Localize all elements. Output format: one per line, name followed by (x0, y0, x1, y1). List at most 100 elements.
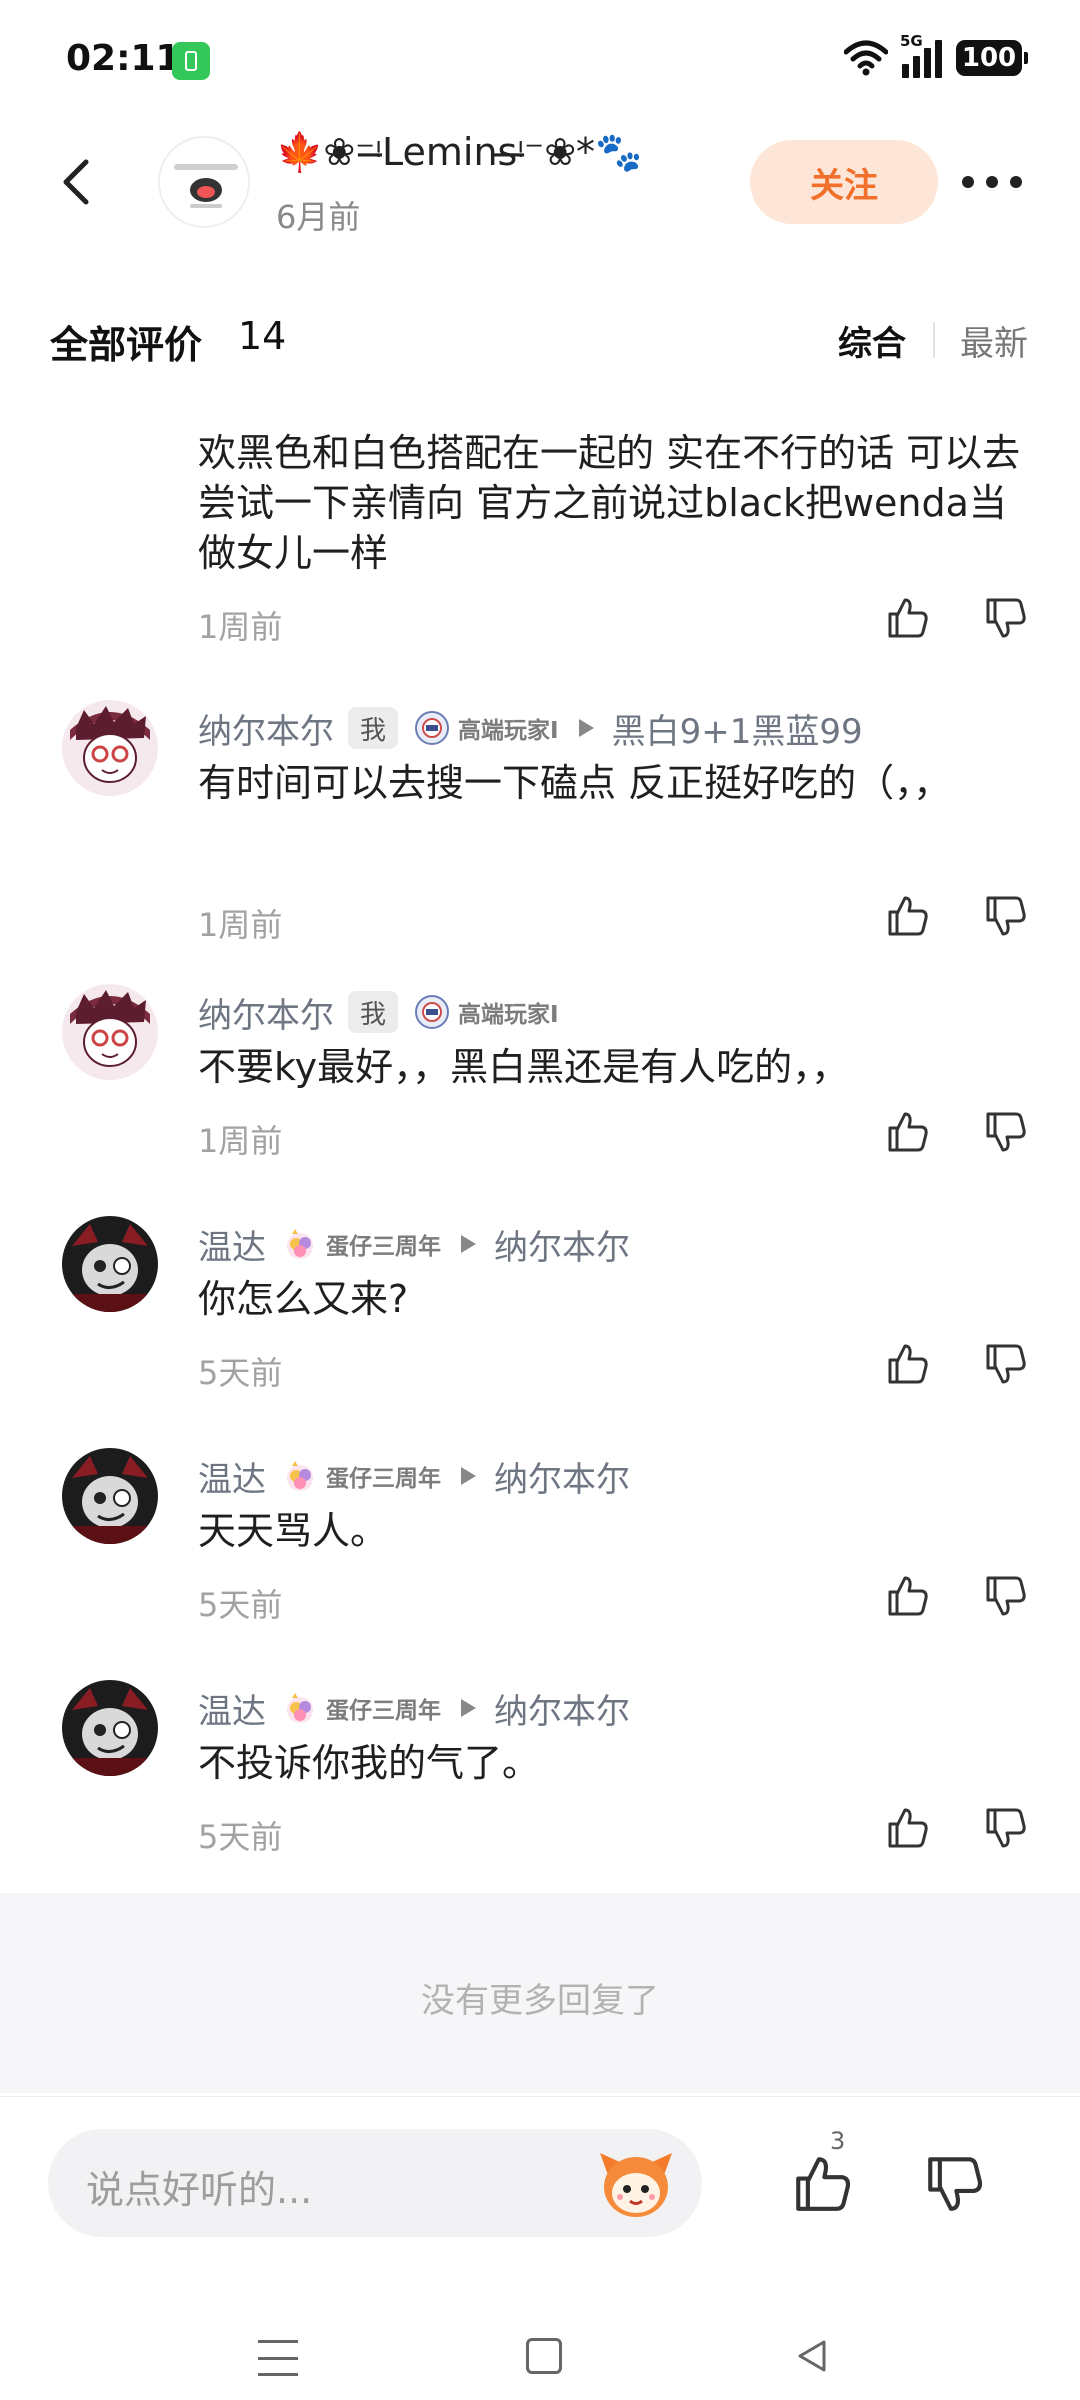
player-badge: 蛋仔三周年 (282, 1458, 441, 1494)
comment-text: 天天骂人。 (198, 1509, 389, 1553)
reply-to-name[interactable]: 黑白9+1黑蓝99 (612, 704, 863, 753)
home-square-icon[interactable] (526, 2338, 562, 2374)
comment-item: 温达 蛋仔三周年 纳尔本尔 天天骂人。 5天前 (0, 1448, 1080, 1648)
status-bar: 02:11 5G 100 (0, 0, 1080, 120)
anniversary-badge-icon (287, 1693, 313, 1723)
anniversary-badge-icon (287, 1461, 313, 1491)
thumbs-down-icon[interactable] (922, 2151, 988, 2217)
thumbs-down-icon[interactable] (982, 1572, 1030, 1620)
system-nav-bar (0, 2240, 1080, 2400)
comment-time: 1周前 (198, 608, 283, 646)
commenter-avatar[interactable] (62, 1448, 158, 1544)
comment-input-bar: 说点好听的... 3 (0, 2096, 1080, 2237)
sort-divider (933, 322, 935, 358)
comment-time: 5天前 (198, 1354, 283, 1392)
thumbs-up-icon[interactable] (884, 1340, 932, 1388)
comment-item: 纳尔本尔 我 高端玩家I 黑白9+1黑蓝99 有时间可以去搜一下磕点 反正挺好吃… (0, 700, 1080, 960)
thumbs-down-icon[interactable] (982, 594, 1030, 642)
sort-tab-latest[interactable]: 最新 (960, 316, 1028, 365)
commenter-name[interactable]: 温达 (198, 1452, 266, 1501)
partial-comment-text: 欢黑色和白色搭配在一起的 实在不行的话 可以去尝试一下亲情向 官方之前说过bla… (198, 431, 1021, 575)
thumbs-down-icon[interactable] (982, 1108, 1030, 1156)
thumbs-down-icon[interactable] (982, 892, 1030, 940)
comment-time: 1周前 (198, 1122, 283, 1160)
end-of-replies: 没有更多回复了 (0, 1893, 1080, 2093)
comment-item: 温达 蛋仔三周年 纳尔本尔 你怎么又来? 5天前 (0, 1216, 1080, 1416)
commenter-name[interactable]: 纳尔本尔 (198, 988, 334, 1037)
comment-thread[interactable]: 欢黑色和白色搭配在一起的 实在不行的话 可以去尝试一下亲情向 官方之前说过bla… (0, 380, 1080, 1890)
author-name[interactable]: 🍁❀⁻ᵎ̶Lemins̶ᵎ̶⁻❀*🐾 (276, 130, 642, 175)
comment-text: 有时间可以去搜一下磕点 反正挺好吃的（，， (198, 761, 952, 805)
reply-to-name[interactable]: 纳尔本尔 (494, 1684, 630, 1733)
badge-medal-icon (415, 711, 450, 745)
thumbs-up-icon[interactable] (884, 1572, 932, 1620)
badge-label: 蛋仔三周年 (326, 1234, 441, 1260)
reviews-section-header: 全部评价 14 综合 最新 (0, 300, 1080, 380)
comment-meta: 温达 蛋仔三周年 纳尔本尔 (198, 1452, 630, 1501)
badge-label: 蛋仔三周年 (326, 1466, 441, 1492)
network-type: 5G (900, 32, 923, 50)
status-indicators: 5G 100 (844, 32, 1028, 78)
reply-arrow-icon (578, 719, 594, 737)
comment-item: 温达 蛋仔三周年 纳尔本尔 不投诉你我的气了。 5天前 (0, 1680, 1080, 1880)
commenter-avatar[interactable] (62, 1680, 158, 1776)
review-count: 14 (238, 314, 287, 358)
commenter-avatar[interactable] (62, 700, 158, 796)
player-badge: 蛋仔三周年 (282, 1226, 441, 1262)
reply-arrow-icon (461, 1467, 476, 1485)
comment-input-placeholder: 说点好听的... (86, 2168, 313, 2212)
commenter-avatar[interactable] (62, 1216, 158, 1312)
author-avatar[interactable] (158, 136, 250, 228)
status-time: 02:11 (66, 38, 181, 79)
battery-level: 100 (956, 40, 1028, 76)
thumbs-up-icon[interactable] (884, 1108, 932, 1156)
battery-saver-icon (172, 42, 210, 80)
commenter-avatar[interactable] (62, 984, 158, 1080)
player-badge: 高端玩家I (414, 710, 559, 746)
thumbs-up-icon[interactable] (884, 1804, 932, 1852)
thumbs-up-icon[interactable] (790, 2151, 856, 2217)
cellular-signal-icon: 5G (900, 32, 942, 78)
commenter-name[interactable]: 纳尔本尔 (198, 704, 334, 753)
comment-meta: 纳尔本尔 我 高端玩家I 黑白9+1黑蓝99 (198, 704, 863, 753)
player-badge: 高端玩家I (414, 994, 559, 1030)
section-title: 全部评价 (50, 323, 203, 367)
back-triangle-icon[interactable] (792, 2336, 832, 2376)
comment-meta: 温达 蛋仔三周年 纳尔本尔 (198, 1220, 630, 1269)
follow-button[interactable]: 关注 (750, 140, 938, 224)
commenter-name[interactable]: 温达 (198, 1684, 266, 1733)
post-time: 6月前 (276, 198, 361, 236)
comment-time: 5天前 (198, 1586, 283, 1624)
back-arrow-icon[interactable] (48, 152, 108, 212)
thumbs-up-icon[interactable] (884, 594, 932, 642)
reply-to-name[interactable]: 纳尔本尔 (494, 1452, 630, 1501)
reply-to-name[interactable]: 纳尔本尔 (494, 1220, 630, 1269)
sort-tab-default[interactable]: 综合 (838, 316, 906, 365)
end-of-replies-label: 没有更多回复了 (421, 1981, 659, 2021)
comment-text: 你怎么又来? (198, 1277, 409, 1321)
anniversary-badge-icon (287, 1229, 313, 1259)
thumbs-down-icon[interactable] (982, 1340, 1030, 1388)
more-dots-icon[interactable] (962, 172, 1028, 192)
badge-medal-icon (415, 995, 450, 1029)
badge-label: 高端玩家I (458, 1002, 559, 1028)
badge-label: 高端玩家I (458, 718, 559, 744)
me-tag: 我 (348, 991, 399, 1033)
comment-time: 1周前 (198, 906, 283, 944)
thumbs-up-icon[interactable] (884, 892, 932, 940)
reply-arrow-icon (461, 1699, 476, 1717)
comment-time: 5天前 (198, 1818, 283, 1856)
player-badge: 蛋仔三周年 (282, 1690, 441, 1726)
comment-text: 不投诉你我的气了。 (198, 1741, 541, 1785)
thumbs-down-icon[interactable] (982, 1804, 1030, 1852)
comment-input[interactable]: 说点好听的... (48, 2129, 702, 2237)
commenter-name[interactable]: 温达 (198, 1220, 266, 1269)
me-tag: 我 (348, 707, 399, 749)
comment-meta: 纳尔本尔 我 高端玩家I (198, 988, 559, 1037)
menu-icon[interactable] (258, 2340, 298, 2376)
comment-text: 不要ky最好，，黑白黑还是有人吃的，， (198, 1045, 850, 1089)
reply-arrow-icon (461, 1235, 476, 1253)
wifi-icon (844, 40, 888, 76)
badge-label: 蛋仔三周年 (326, 1698, 441, 1724)
emoji-sticker-icon[interactable] (596, 2145, 676, 2221)
